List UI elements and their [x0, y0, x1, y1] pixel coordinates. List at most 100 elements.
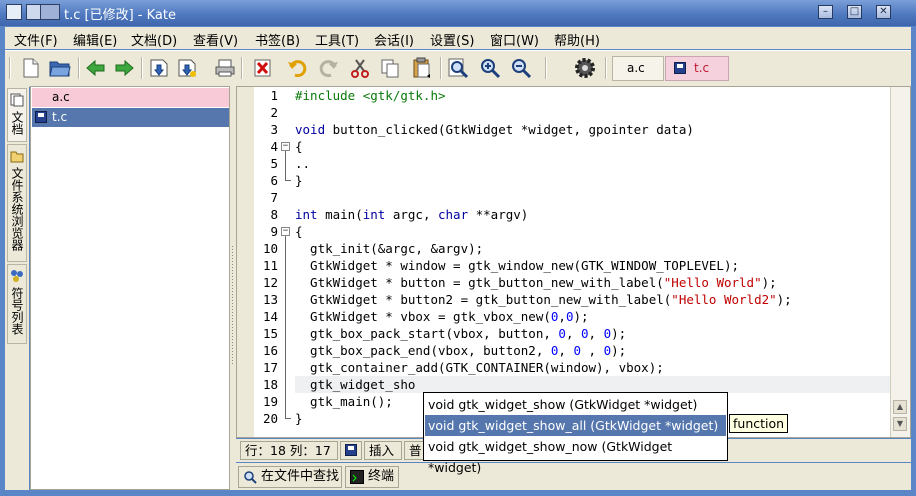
fold-end — [285, 180, 291, 181]
toolbar-separator — [78, 57, 80, 79]
toolbar-separator — [141, 57, 143, 79]
line-number: 15 — [262, 326, 278, 341]
doc-tab-t-c[interactable]: t.c — [665, 56, 729, 81]
line-number: 8 — [270, 207, 278, 222]
sidebar-tab-documents[interactable]: 文档 — [7, 88, 27, 142]
menu-bookmarks[interactable]: 书签(B) — [255, 30, 300, 49]
doc-tab-label: t.c — [694, 61, 710, 75]
forward-icon[interactable] — [113, 57, 135, 79]
line-number: 18 — [262, 377, 278, 392]
open-file-icon[interactable] — [49, 57, 71, 79]
completion-item-selected[interactable]: void gtk_widget_show_all (GtkWidget *wid… — [425, 415, 726, 436]
zoom-in-icon[interactable] — [479, 57, 501, 79]
code-line: gtk_box_pack_start(vbox, button, 0, 0, 0… — [295, 326, 627, 341]
settings-gear-icon[interactable] — [574, 57, 596, 79]
terminal-icon — [350, 470, 364, 484]
menu-file[interactable]: 文件(F) — [14, 30, 58, 49]
code-line: } — [295, 411, 303, 426]
menu-help[interactable]: 帮助(H) — [554, 30, 600, 49]
list-item[interactable]: t.c — [32, 108, 229, 127]
close-icon[interactable] — [252, 57, 274, 79]
bottom-toolview-bar: 在文件中查找 终端 — [236, 463, 911, 490]
line-number: 16 — [262, 343, 278, 358]
code-editor[interactable]: 1 2 3 4 5 6 7 8 9 10 11 12 13 14 15 16 1… — [236, 86, 911, 438]
new-file-icon[interactable] — [20, 57, 42, 79]
documents-icon — [10, 93, 24, 107]
line-number: 4 — [270, 139, 278, 154]
fold-line — [285, 151, 286, 180]
line-number: 17 — [262, 360, 278, 375]
menu-edit[interactable]: 编辑(E) — [73, 30, 117, 49]
code-line: gtk_box_pack_end(vbox, button2, 0, 0 , 0… — [295, 343, 627, 358]
copy-icon[interactable] — [379, 57, 401, 79]
line-number: 13 — [262, 292, 278, 307]
line-number: 20 — [262, 411, 278, 426]
print-icon[interactable] — [214, 57, 236, 79]
main-toolbar: a.c t.c — [5, 50, 911, 87]
menu-settings[interactable]: 设置(S) — [430, 30, 474, 49]
icon-border[interactable] — [237, 87, 255, 437]
undo-icon[interactable] — [286, 57, 308, 79]
line-number: 5 — [270, 156, 278, 171]
maximize-icon[interactable]: □ — [847, 5, 862, 19]
redo-icon[interactable] — [318, 57, 340, 79]
toolbar-grip[interactable] — [9, 57, 11, 79]
completion-item[interactable]: void gtk_widget_show (GtkWidget *widget) — [425, 394, 726, 415]
modified-status-icon — [340, 441, 362, 460]
menu-tools[interactable]: 工具(T) — [315, 30, 359, 49]
code-line: gtk_init(&argc, &argv); — [295, 241, 484, 256]
code-line: .. — [295, 156, 311, 171]
line-number: 12 — [262, 275, 278, 290]
code-line: } — [295, 173, 303, 188]
save-icon[interactable] — [148, 57, 170, 79]
scroll-down-icon[interactable]: ▼ — [893, 417, 907, 431]
code-line: GtkWidget * button2 = gtk_button_new_wit… — [295, 292, 792, 307]
fold-toggle-icon[interactable]: − — [281, 227, 290, 236]
paste-icon[interactable] — [411, 57, 433, 79]
code-line: void button_clicked(GtkWidget *widget, g… — [295, 122, 694, 137]
line-number: 1 — [270, 88, 278, 103]
insert-mode[interactable]: 插入 — [364, 441, 402, 460]
fold-toggle-icon[interactable]: − — [281, 142, 290, 151]
scroll-up-icon[interactable]: ▲ — [893, 400, 907, 414]
toolbar-separator — [545, 57, 547, 79]
cut-icon[interactable] — [349, 57, 371, 79]
document-list: a.c t.c — [30, 86, 230, 490]
tab-find-in-files[interactable]: 在文件中查找 — [238, 466, 342, 488]
close-window-icon[interactable]: ✕ — [876, 5, 891, 19]
code-text[interactable]: #include <gtk/gtk.h> void button_clicked… — [295, 87, 891, 437]
save-as-icon[interactable] — [176, 57, 198, 79]
sidebar-tabs: 文档 文件系统浏览器 符号列表 — [5, 86, 29, 490]
minimize-icon[interactable]: – — [818, 5, 833, 19]
line-number: 10 — [262, 241, 278, 256]
modified-disk-icon — [674, 62, 686, 74]
toolbar-separator — [605, 57, 607, 79]
menu-view[interactable]: 查看(V) — [193, 30, 238, 49]
doc-tab-a-c[interactable]: a.c — [612, 56, 664, 81]
sidebar-tab-filesystem[interactable]: 文件系统浏览器 — [7, 144, 27, 262]
title-bar[interactable]: t.c [已修改] - Kate – □ ✕ — [0, 0, 916, 26]
menu-document[interactable]: 文档(D) — [131, 30, 177, 49]
window-menu-icon[interactable] — [6, 4, 22, 20]
zoom-out-icon[interactable] — [510, 57, 532, 79]
menu-sessions[interactable]: 会话(I) — [374, 30, 414, 49]
menu-window[interactable]: 窗口(W) — [490, 30, 539, 49]
line-number: 14 — [262, 309, 278, 324]
find-icon[interactable] — [447, 57, 469, 79]
modified-disk-icon — [345, 444, 357, 456]
selection-mode[interactable]: 普 — [404, 441, 424, 460]
sidebar-tab-symbols[interactable]: 符号列表 — [7, 264, 27, 344]
vertical-scrollbar[interactable]: ▲ ▼ — [890, 87, 910, 437]
list-item[interactable]: a.c — [32, 88, 229, 107]
completion-item[interactable]: void gtk_widget_show_now (GtkWidget *wid… — [425, 436, 726, 475]
toolbar-separator — [440, 57, 442, 79]
menu-bar: 文件(F) 编辑(E) 文档(D) 查看(V) 书签(B) 工具(T) 会话(I… — [5, 27, 911, 49]
back-icon[interactable] — [85, 57, 107, 79]
toolbar-separator — [241, 57, 243, 79]
code-line: GtkWidget * vbox = gtk_vbox_new(0,0); — [295, 309, 589, 324]
modified-disk-icon — [35, 111, 47, 123]
tab-terminal[interactable]: 终端 — [345, 466, 399, 488]
line-number: 7 — [270, 190, 278, 205]
code-line: GtkWidget * button = gtk_button_new_with… — [295, 275, 777, 290]
code-line: int main(int argc, char **argv) — [295, 207, 529, 222]
